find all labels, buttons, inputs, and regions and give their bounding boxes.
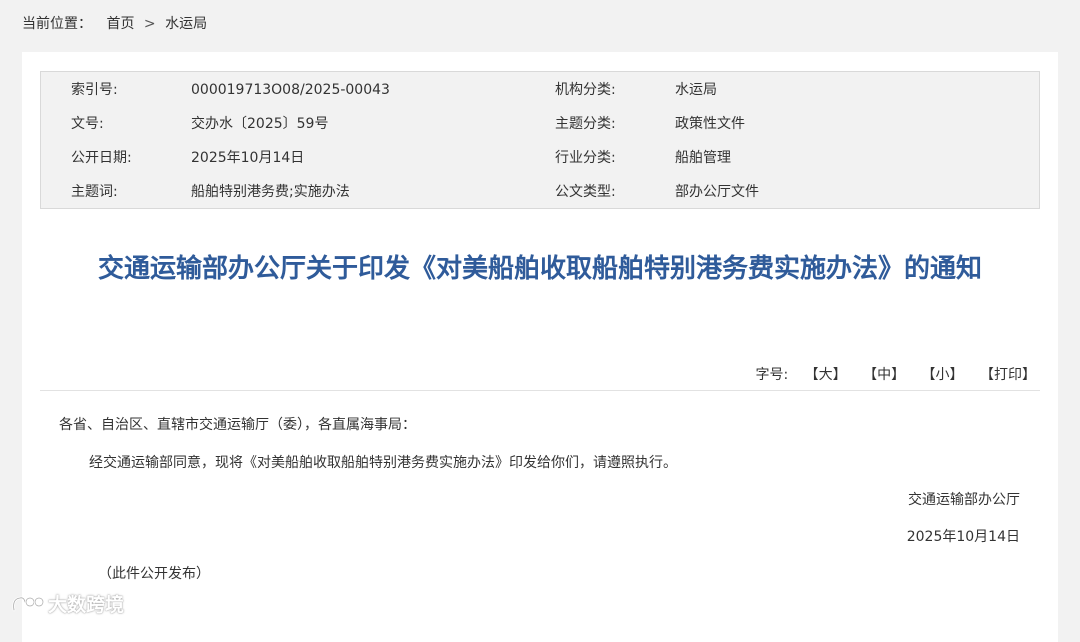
- metadata-row: 公开日期: 2025年10月14日 行业分类: 船舶管理: [41, 141, 1039, 175]
- meta-value-index: 000019713O08/2025-00043: [191, 82, 390, 98]
- meta-value-doc-type: 部办公厅文件: [675, 184, 759, 200]
- metadata-row: 主题词: 船舶特别港务费;实施办法 公文类型: 部办公厅文件: [41, 175, 1039, 209]
- font-size-medium-button[interactable]: 【中】: [863, 367, 905, 383]
- meta-value-topic: 政策性文件: [675, 116, 745, 132]
- watermark-text: 大数跨境: [48, 594, 125, 616]
- font-size-label: 字号:: [755, 367, 789, 383]
- meta-value-industry: 船舶管理: [675, 150, 731, 166]
- breadcrumb: 当前位置： 首页 > 水运局: [22, 13, 207, 33]
- meta-label-org: 机构分类:: [555, 82, 616, 98]
- metadata-row: 索引号: 000019713O08/2025-00043 机构分类: 水运局: [41, 73, 1039, 107]
- signature-organization: 交通运输部办公厅: [908, 492, 1020, 508]
- divider: [40, 390, 1040, 391]
- meta-label-index: 索引号:: [71, 82, 118, 98]
- meta-value-keywords: 船舶特别港务费;实施办法: [191, 184, 350, 200]
- publication-note: （此件公开发布）: [98, 566, 210, 582]
- meta-label-doc-number: 文号:: [71, 116, 104, 132]
- breadcrumb-separator: >: [143, 16, 156, 32]
- font-size-large-button[interactable]: 【大】: [805, 367, 847, 383]
- watermark-icon: [12, 596, 44, 611]
- meta-label-keywords: 主题词:: [71, 184, 118, 200]
- metadata-row: 文号: 交办水〔2025〕59号 主题分类: 政策性文件: [41, 107, 1039, 141]
- signature-date: 2025年10月14日: [906, 529, 1020, 545]
- watermark-logo: 大数跨境: [10, 590, 124, 617]
- meta-label-doc-type: 公文类型:: [555, 184, 616, 200]
- meta-value-org: 水运局: [675, 82, 717, 98]
- meta-label-publish-date: 公开日期:: [71, 150, 132, 166]
- meta-value-doc-number: 交办水〔2025〕59号: [191, 116, 329, 132]
- document-metadata-table: 索引号: 000019713O08/2025-00043 机构分类: 水运局 文…: [40, 71, 1040, 209]
- breadcrumb-home-link[interactable]: 首页: [106, 16, 134, 32]
- breadcrumb-current-link[interactable]: 水运局: [165, 16, 207, 32]
- document-salutation: 各省、自治区、直辖市交通运输厅（委），各直属海事局：: [59, 417, 416, 433]
- print-button[interactable]: 【打印】: [980, 367, 1036, 383]
- meta-label-topic: 主题分类:: [555, 116, 616, 132]
- meta-label-industry: 行业分类:: [555, 150, 616, 166]
- document-title: 交通运输部办公厅关于印发《对美船舶收取船舶特别港务费实施办法》的通知: [97, 254, 982, 284]
- breadcrumb-label: 当前位置：: [22, 16, 92, 32]
- font-size-toolbar: 字号: 【大】 【中】 【小】 【打印】: [755, 364, 1036, 384]
- font-size-small-button[interactable]: 【小】: [922, 367, 964, 383]
- document-paragraph: 经交通运输部同意，现将《对美船舶收取船舶特别港务费实施办法》印发给你们，请遵照执…: [89, 455, 677, 471]
- content-card: 索引号: 000019713O08/2025-00043 机构分类: 水运局 文…: [22, 52, 1058, 642]
- meta-value-publish-date: 2025年10月14日: [191, 150, 305, 166]
